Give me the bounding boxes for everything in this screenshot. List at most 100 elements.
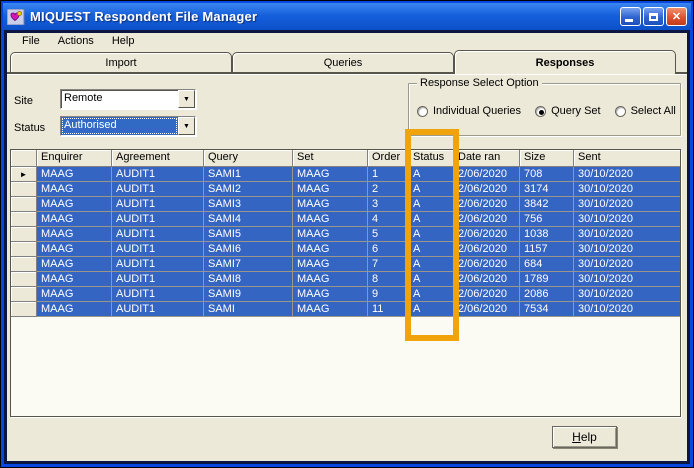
cell-enquirer[interactable]: MAAG: [37, 272, 112, 287]
cell-enquirer[interactable]: MAAG: [37, 302, 112, 317]
column-header-date-ran[interactable]: Date ran: [454, 150, 520, 167]
cell-size[interactable]: 2086: [520, 287, 574, 302]
cell-agreement[interactable]: AUDIT1: [112, 212, 204, 227]
site-dropdown[interactable]: Remote ▼: [60, 89, 196, 109]
cell-order[interactable]: 1: [368, 167, 409, 182]
cell-order[interactable]: 3: [368, 197, 409, 212]
cell-status[interactable]: A: [409, 182, 454, 197]
cell-size[interactable]: 3174: [520, 182, 574, 197]
cell-date-ran[interactable]: 2/06/2020: [454, 302, 520, 317]
menu-item-help[interactable]: Help: [103, 34, 144, 49]
cell-agreement[interactable]: AUDIT1: [112, 197, 204, 212]
table-row[interactable]: MAAGAUDIT1SAMI4MAAG4A2/06/202075630/10/2…: [11, 212, 680, 227]
cell-date-ran[interactable]: 2/06/2020: [454, 167, 520, 182]
cell-set[interactable]: MAAG: [293, 287, 368, 302]
cell-order[interactable]: 5: [368, 227, 409, 242]
cell-sent[interactable]: 30/10/2020: [574, 272, 681, 287]
cell-enquirer[interactable]: MAAG: [37, 167, 112, 182]
cell-order[interactable]: 11: [368, 302, 409, 317]
table-row[interactable]: MAAGAUDIT1SAMI2MAAG2A2/06/2020317430/10/…: [11, 182, 680, 197]
table-row[interactable]: MAAGAUDIT1SAMI9MAAG9A2/06/2020208630/10/…: [11, 287, 680, 302]
cell-agreement[interactable]: AUDIT1: [112, 227, 204, 242]
cell-status[interactable]: A: [409, 197, 454, 212]
cell-query[interactable]: SAMI2: [204, 182, 293, 197]
site-dropdown-arrow-icon[interactable]: ▼: [178, 90, 195, 108]
maximize-button-icon[interactable]: [643, 7, 664, 26]
cell-order[interactable]: 9: [368, 287, 409, 302]
cell-status[interactable]: A: [409, 302, 454, 317]
cell-date-ran[interactable]: 2/06/2020: [454, 272, 520, 287]
current-row-arrow-icon[interactable]: ►: [11, 167, 37, 182]
status-dropdown[interactable]: Authorised ▼: [60, 116, 196, 136]
cell-sent[interactable]: 30/10/2020: [574, 197, 681, 212]
cell-query[interactable]: SAMI7: [204, 257, 293, 272]
cell-status[interactable]: A: [409, 257, 454, 272]
cell-agreement[interactable]: AUDIT1: [112, 302, 204, 317]
table-row[interactable]: ►MAAGAUDIT1SAMI1MAAG1A2/06/202070830/10/…: [11, 167, 680, 182]
cell-sent[interactable]: 30/10/2020: [574, 302, 681, 317]
cell-sent[interactable]: 30/10/2020: [574, 167, 681, 182]
cell-set[interactable]: MAAG: [293, 197, 368, 212]
radio-circle-icon[interactable]: [417, 106, 428, 117]
cell-order[interactable]: 2: [368, 182, 409, 197]
row-selector-cell[interactable]: [11, 257, 37, 272]
cell-enquirer[interactable]: MAAG: [37, 212, 112, 227]
column-header-status[interactable]: Status: [409, 150, 454, 167]
row-selector-cell[interactable]: [11, 302, 37, 317]
column-header-set[interactable]: Set: [293, 150, 368, 167]
cell-size[interactable]: 684: [520, 257, 574, 272]
column-header-sent[interactable]: Sent: [574, 150, 681, 167]
cell-set[interactable]: MAAG: [293, 212, 368, 227]
cell-query[interactable]: SAMI3: [204, 197, 293, 212]
cell-agreement[interactable]: AUDIT1: [112, 287, 204, 302]
cell-set[interactable]: MAAG: [293, 227, 368, 242]
radio-circle-icon[interactable]: [535, 106, 546, 117]
cell-status[interactable]: A: [409, 272, 454, 287]
tab-responses[interactable]: Responses: [454, 50, 676, 74]
row-selector-cell[interactable]: [11, 287, 37, 302]
column-header-order[interactable]: Order: [368, 150, 409, 167]
cell-status[interactable]: A: [409, 212, 454, 227]
cell-status[interactable]: A: [409, 242, 454, 257]
cell-status[interactable]: A: [409, 287, 454, 302]
row-selector-cell[interactable]: [11, 242, 37, 257]
table-row[interactable]: MAAGAUDIT1SAMI3MAAG3A2/06/2020384230/10/…: [11, 197, 680, 212]
status-dropdown-arrow-icon[interactable]: ▼: [178, 117, 195, 135]
table-row[interactable]: MAAGAUDIT1SAMI7MAAG7A2/06/202068430/10/2…: [11, 257, 680, 272]
radio-select-all[interactable]: Select All: [615, 105, 676, 117]
cell-sent[interactable]: 30/10/2020: [574, 242, 681, 257]
cell-size[interactable]: 7534: [520, 302, 574, 317]
cell-size[interactable]: 1157: [520, 242, 574, 257]
tab-queries[interactable]: Queries: [232, 52, 454, 73]
cell-sent[interactable]: 30/10/2020: [574, 227, 681, 242]
cell-enquirer[interactable]: MAAG: [37, 257, 112, 272]
radio-query-set[interactable]: Query Set: [535, 105, 601, 117]
cell-sent[interactable]: 30/10/2020: [574, 212, 681, 227]
cell-query[interactable]: SAMI: [204, 302, 293, 317]
cell-size[interactable]: 1038: [520, 227, 574, 242]
cell-set[interactable]: MAAG: [293, 257, 368, 272]
cell-query[interactable]: SAMI5: [204, 227, 293, 242]
cell-date-ran[interactable]: 2/06/2020: [454, 212, 520, 227]
cell-enquirer[interactable]: MAAG: [37, 227, 112, 242]
cell-sent[interactable]: 30/10/2020: [574, 287, 681, 302]
menu-item-actions[interactable]: Actions: [49, 34, 103, 49]
cell-size[interactable]: 708: [520, 167, 574, 182]
cell-agreement[interactable]: AUDIT1: [112, 182, 204, 197]
cell-order[interactable]: 8: [368, 272, 409, 287]
column-header-query[interactable]: Query: [204, 150, 293, 167]
cell-date-ran[interactable]: 2/06/2020: [454, 287, 520, 302]
column-header-agreement[interactable]: Agreement: [112, 150, 204, 167]
cell-order[interactable]: 7: [368, 257, 409, 272]
cell-query[interactable]: SAMI9: [204, 287, 293, 302]
row-selector-cell[interactable]: [11, 197, 37, 212]
cell-date-ran[interactable]: 2/06/2020: [454, 242, 520, 257]
cell-size[interactable]: 756: [520, 212, 574, 227]
cell-query[interactable]: SAMI6: [204, 242, 293, 257]
cell-query[interactable]: SAMI1: [204, 167, 293, 182]
column-header-enquirer[interactable]: Enquirer: [37, 150, 112, 167]
cell-status[interactable]: A: [409, 227, 454, 242]
cell-agreement[interactable]: AUDIT1: [112, 257, 204, 272]
close-button-icon[interactable]: ✕: [666, 7, 687, 26]
cell-size[interactable]: 3842: [520, 197, 574, 212]
